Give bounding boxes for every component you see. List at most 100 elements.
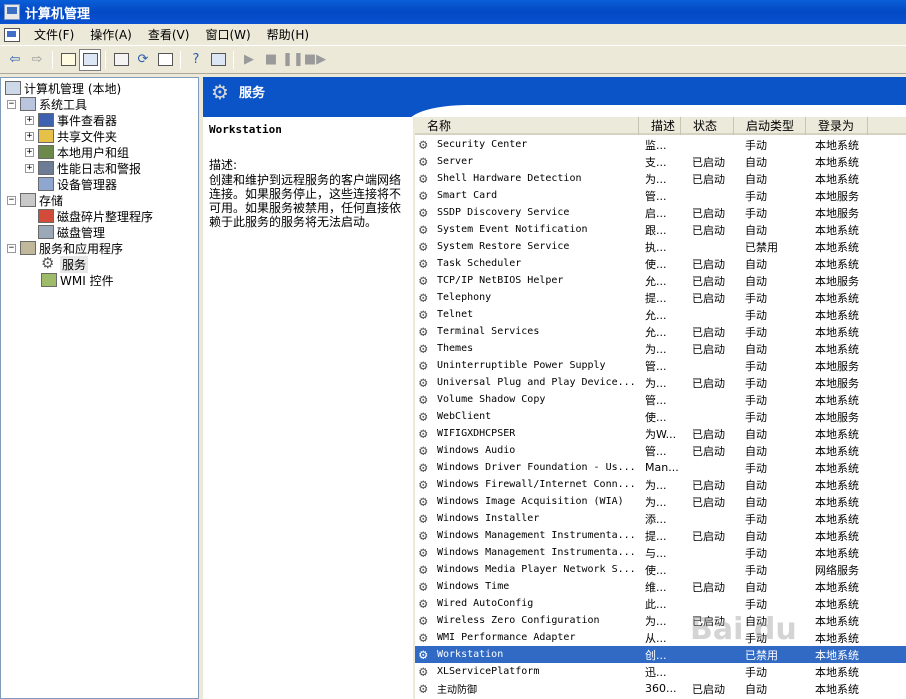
tree-item-services[interactable]: 服务 <box>41 254 89 273</box>
service-startup-type: 自动 <box>745 342 767 356</box>
menu-help[interactable]: 帮助(H) <box>259 26 317 43</box>
table-row[interactable]: ⚙ Windows Firewall/Internet Conn... 为... 已启… <box>415 476 906 493</box>
services-apps-icon <box>20 241 36 255</box>
help-icon[interactable]: ? <box>185 49 207 71</box>
tree-item-storage[interactable]: − 存储 <box>7 192 63 208</box>
start-service-icon[interactable]: ▶ <box>238 49 260 71</box>
tree-item-system-tools[interactable]: − 系统工具 <box>7 96 87 112</box>
service-name: Universal Plug and Play Device... <box>437 377 636 388</box>
table-row[interactable]: ⚙ Universal Plug and Play Device... 为... 已启… <box>415 374 906 391</box>
table-row[interactable]: ⚙ WebClient 使... 手动 本地服务 <box>415 408 906 425</box>
table-row[interactable]: ⚙ Wired AutoConfig 此... 手动 本地系统 <box>415 595 906 612</box>
table-row[interactable]: ⚙ Terminal Services 允... 已启动 手动 本地系统 <box>415 323 906 340</box>
column-header-desc[interactable]: 描述 <box>639 117 681 135</box>
table-row[interactable]: ⚙ Uninterruptible Power Supply 管... 手动 本地服务 <box>415 357 906 374</box>
table-row[interactable]: ⚙ Telnet 允... 手动 本地系统 <box>415 306 906 323</box>
table-row[interactable]: ⚙ TCP/IP NetBIOS Helper 允... 已启动 自动 本地服务 <box>415 272 906 289</box>
service-logon-as: 本地系统 <box>815 240 859 254</box>
stop-service-icon[interactable]: ■ <box>260 49 282 71</box>
table-row[interactable]: ⚙ Task Scheduler 使... 已启动 自动 本地系统 <box>415 255 906 272</box>
description-text: 创建和维护到远程服务的客户端网络连接。如果服务停止，这些连接将不可用。如果服务被… <box>209 173 402 229</box>
export-list-icon[interactable] <box>154 49 176 71</box>
table-row[interactable]: ⚙ Shell Hardware Detection 为... 已启动 自动 本地系统 <box>415 170 906 187</box>
service-logon-as: 本地系统 <box>815 325 859 339</box>
tree-item-label: 磁盘管理 <box>57 225 106 240</box>
table-row[interactable]: ⚙ Security Center 监... 手动 本地系统 <box>415 136 906 153</box>
table-row[interactable]: ⚙ Windows Driver Foundation - Us... Man...… <box>415 459 906 476</box>
services-list[interactable]: 名称 描述 状态 启动类型 登录为 ⚙ Security Center 监... 手动… <box>415 117 906 699</box>
expand-icon[interactable]: + <box>25 163 34 173</box>
back-icon[interactable]: ⇦ <box>4 49 26 71</box>
table-row[interactable]: ⚙ WMI Performance Adapter 从... 手动 本地系统 <box>415 629 906 646</box>
table-row[interactable]: ⚙ Windows Audio 管... 已启动 自动 本地系统 <box>415 442 906 459</box>
console-tree[interactable]: 计算机管理 (本地) − 系统工具 + 事件查看器 + 共享文件夹 + 本地用户… <box>0 77 199 699</box>
table-row[interactable]: ⚙ System Restore Service 执... 已禁用 本地系统 <box>415 238 906 255</box>
table-row[interactable]: ⚙ XLServicePlatform 迅... 手动 本地系统 <box>415 663 906 680</box>
table-row[interactable]: ⚙ Workstation 创... 已禁用 本地系统 <box>415 646 906 663</box>
tree-item-defrag[interactable]: 磁盘碎片整理程序 <box>38 208 153 224</box>
menu-action[interactable]: 操作(A) <box>82 26 140 43</box>
expand-icon[interactable]: + <box>25 131 34 141</box>
tree-item-event-viewer[interactable]: + 事件查看器 <box>25 112 117 128</box>
table-row[interactable]: ⚙ Wireless Zero Configuration 为... 已启动 自动 本地系… <box>415 612 906 629</box>
tree-item-wmi[interactable]: WMI 控件 <box>41 272 114 288</box>
service-description: 跟... <box>645 223 667 237</box>
service-name-cell: ⚙ Windows Management Instrumenta... <box>415 528 643 544</box>
expand-icon[interactable]: + <box>25 115 34 125</box>
defrag-icon <box>38 209 54 223</box>
service-startup-type: 自动 <box>745 444 767 458</box>
tree-item-local-users[interactable]: + 本地用户和组 <box>25 144 129 160</box>
service-description: 执... <box>645 240 667 254</box>
show-hide-tree-icon[interactable] <box>79 48 101 71</box>
service-description: 管... <box>645 359 667 373</box>
service-status: 已启动 <box>692 444 725 458</box>
tree-item-device-manager[interactable]: 设备管理器 <box>38 176 117 192</box>
column-header-name[interactable]: 名称 <box>415 117 639 135</box>
menu-view[interactable]: 查看(V) <box>140 26 198 43</box>
table-row[interactable]: ⚙ Windows Media Player Network S... 使... 手动… <box>415 561 906 578</box>
expand-icon[interactable]: + <box>25 147 34 157</box>
console-icon[interactable] <box>207 49 229 71</box>
table-row[interactable]: ⚙ Windows Time 维... 已启动 自动 本地系统 <box>415 578 906 595</box>
collapse-icon[interactable]: − <box>7 195 16 205</box>
table-row[interactable]: ⚙ WIFIGXDHCPSER 为W... 已启动 自动 本地系统 <box>415 425 906 442</box>
table-row[interactable]: ⚙ SSDP Discovery Service 启... 已启动 手动 本地服务 <box>415 204 906 221</box>
tree-item-perf-logs[interactable]: + 性能日志和警报 <box>25 160 141 176</box>
properties-icon[interactable] <box>110 49 132 71</box>
console-window-icon[interactable] <box>4 27 20 42</box>
tree-item-disk-management[interactable]: 磁盘管理 <box>38 224 105 240</box>
up-folder-icon[interactable] <box>57 49 79 71</box>
pause-service-icon[interactable]: ❚❚ <box>282 49 304 71</box>
refresh-icon[interactable]: ⟳ <box>132 49 154 71</box>
column-header-startup[interactable]: 启动类型 <box>734 117 806 135</box>
table-row[interactable]: ⚙ Telephony 提... 已启动 手动 本地系统 <box>415 289 906 306</box>
table-row[interactable]: ⚙ Server 支... 已启动 自动 本地系统 <box>415 153 906 170</box>
tree-item-shared-folders[interactable]: + 共享文件夹 <box>25 128 117 144</box>
column-header-logon[interactable]: 登录为 <box>806 117 868 135</box>
table-row[interactable]: ⚙ Smart Card 管... 手动 本地服务 <box>415 187 906 204</box>
menu-window[interactable]: 窗口(W) <box>197 26 258 43</box>
service-name-cell: ⚙ Security Center <box>415 137 643 153</box>
tree-root[interactable]: 计算机管理 (本地) <box>5 80 121 96</box>
table-row[interactable]: ⚙ System Event Notification 跟... 已启动 自动 本地系统 <box>415 221 906 238</box>
service-name-cell: ⚙ Windows Audio <box>415 443 643 459</box>
service-description: 360... <box>645 682 677 695</box>
table-row[interactable]: ⚙ Windows Management Instrumenta... 与... 手动… <box>415 544 906 561</box>
restart-service-icon[interactable]: ■▶ <box>304 49 326 71</box>
table-row[interactable]: ⚙ Themes 为... 已启动 自动 本地系统 <box>415 340 906 357</box>
menu-file[interactable]: 文件(F) <box>26 26 82 43</box>
tree-item-services-apps[interactable]: − 服务和应用程序 <box>7 240 123 256</box>
gear-icon: ⚙ <box>419 323 428 340</box>
table-row[interactable]: ⚙ Windows Management Instrumenta... 提... 已启… <box>415 527 906 544</box>
table-row[interactable]: ⚙ Windows Image Acquisition (WIA) 为... 已启动 自… <box>415 493 906 510</box>
collapse-icon[interactable]: − <box>7 99 16 109</box>
service-name-cell: ⚙ Windows Installer <box>415 511 643 527</box>
gear-icon: ⚙ <box>419 255 428 272</box>
table-row[interactable]: ⚙ 主动防御 360... 已启动 自动 本地系统 <box>415 680 906 697</box>
table-row[interactable]: ⚙ Windows Installer 添... 手动 本地系统 <box>415 510 906 527</box>
forward-icon[interactable]: ⇨ <box>26 49 48 71</box>
collapse-icon[interactable]: − <box>7 243 16 253</box>
service-startup-type: 自动 <box>745 223 767 237</box>
column-header-status[interactable]: 状态 <box>681 117 734 135</box>
table-row[interactable]: ⚙ Volume Shadow Copy 管... 手动 本地系统 <box>415 391 906 408</box>
